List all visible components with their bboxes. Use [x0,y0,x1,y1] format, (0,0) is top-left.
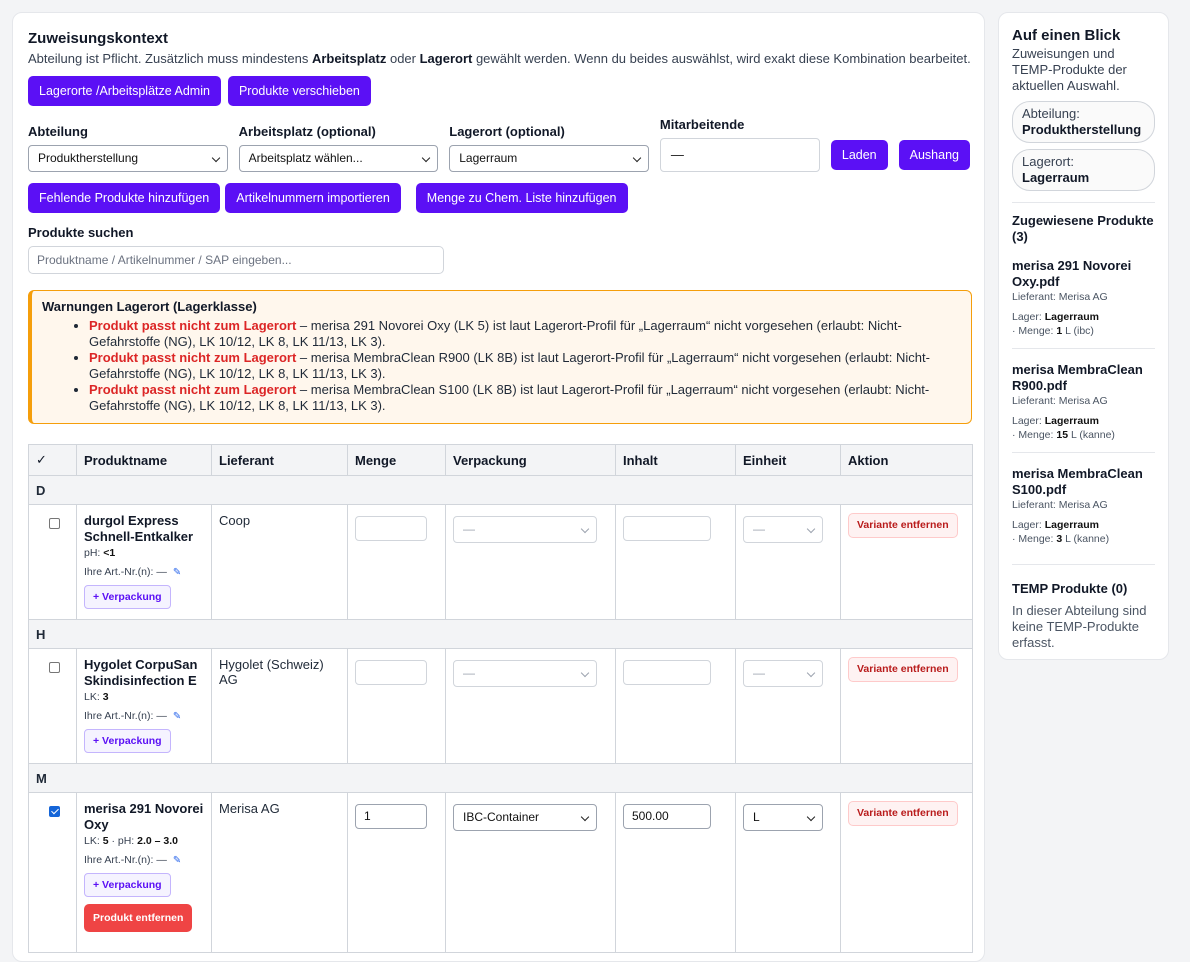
sidebar-title: Auf einen Blick [1012,27,1121,44]
aushang-button[interactable]: Aushang [898,140,970,170]
group-letter: M [28,763,973,793]
warnings-title: Warnungen Lagerort (Lagerklasse) [42,299,257,314]
location-pill: Lagerort: Lagerraum [1012,149,1155,191]
content-input[interactable] [623,516,711,541]
remove-variant-button[interactable]: Variante entfernen [848,801,958,826]
move-products-button[interactable]: Produkte verschieben [227,76,371,106]
sidebar-subtitle: Zuweisungen und TEMP-Produkte der aktuel… [1012,46,1127,93]
department-field: Abteilung Produktherstellung [28,124,228,172]
article-number: Ihre Art.-Nr.(n): — ✎ [84,566,182,578]
header-action: Aktion [840,444,973,476]
pencil-icon[interactable]: ✎ [173,711,181,722]
overview-sidebar: Auf einen Blick Zuweisungen und TEMP-Pro… [998,12,1169,660]
unit-select[interactable]: L [743,804,823,831]
add-packaging-button[interactable]: + Verpackung [84,873,171,897]
warning-item: Produkt passt nicht zum Lagerort – meris… [89,350,959,382]
group-letter: H [28,619,973,649]
remove-product-button[interactable]: Produkt entfernen [84,904,193,932]
supplier-cell: Merisa AG [211,792,348,953]
header-product-name[interactable]: Produktname [76,444,212,476]
employees-field: Mitarbeitende — [659,117,820,172]
header-quantity[interactable]: Menge [347,444,446,476]
assigned-products-title: Zugewiesene Produkte (3) [1012,213,1154,244]
workplace-field: Arbeitsplatz (optional) Arbeitsplatz wäh… [238,124,439,172]
product-meta: LK: 5 · pH: 2.0 – 3.0 [84,835,178,847]
supplier-cell: Coop [211,504,348,620]
group-row: H [28,619,973,649]
product-search-input[interactable]: Produktname / Artikelnummer / SAP eingeb… [28,246,444,274]
list-item[interactable]: merisa MembraClean S100.pdf Lieferant: M… [1012,466,1155,556]
content-input[interactable] [623,660,711,685]
pencil-icon[interactable]: ✎ [173,855,181,866]
remove-variant-button[interactable]: Variante entfernen [848,657,958,682]
header-packaging[interactable]: Verpackung [445,444,616,476]
supplier-cell: Hygolet (Schweiz) AG [211,648,348,764]
unit-select[interactable]: — [743,660,823,687]
header-unit[interactable]: Einheit [735,444,841,476]
row-checkbox[interactable] [49,518,60,529]
load-button[interactable]: Laden [830,140,888,170]
workplace-label: Arbeitsplatz (optional) [238,124,376,139]
quantity-input[interactable] [355,516,427,541]
department-select[interactable]: Produktherstellung [28,145,228,172]
temp-products-title: TEMP Produkte (0) [1012,581,1128,596]
page-title: Zuweisungskontext [28,30,169,47]
packaging-select[interactable]: — [453,660,597,687]
department-label: Abteilung [28,124,88,139]
product-meta: LK: 3 [84,691,109,703]
product-name[interactable]: merisa 291 Novorei Oxy [84,801,204,833]
row-checkbox-checked[interactable] [49,806,60,817]
warning-item: Produkt passt nicht zum Lagerort – meris… [89,382,959,414]
context-intro: Abteilung ist Pflicht. Zusätzlich muss m… [28,51,971,66]
products-table: ✓ Produktname Lieferant Menge Verpackung… [28,444,973,953]
list-item[interactable]: merisa 291 Novorei Oxy.pdf Lieferant: Me… [1012,258,1155,349]
quantity-input[interactable]: 1 [355,804,427,829]
packaging-select[interactable]: IBC-Container [453,804,597,831]
location-field: Lagerort (optional) Lagerraum [449,124,649,172]
header-content[interactable]: Inhalt [615,444,736,476]
table-row: Hygolet CorpuSan Skindisinfection E LK: … [28,648,973,764]
group-row: D [28,475,973,505]
pencil-icon[interactable]: ✎ [173,567,181,578]
row-checkbox[interactable] [49,662,60,673]
article-number: Ihre Art.-Nr.(n): — ✎ [84,854,182,866]
locations-admin-button[interactable]: Lagerorte /Arbeitsplätze Admin [28,76,221,106]
add-packaging-button[interactable]: + Verpackung [84,585,171,609]
location-label: Lagerort (optional) [449,124,565,139]
temp-products-text: In dieser Abteilung sind keine TEMP-Prod… [1012,603,1147,650]
group-letter: D [28,475,973,505]
product-name[interactable]: durgol Express Schnell-Entkalker [84,513,204,545]
assigned-products-list: merisa 291 Novorei Oxy.pdf Lieferant: Me… [1012,258,1155,556]
workplace-select[interactable]: Arbeitsplatz wählen... [238,145,439,172]
quantity-input[interactable] [355,660,427,685]
group-row: M [28,763,973,793]
add-missing-products-button[interactable]: Fehlende Produkte hinzufügen [28,183,221,213]
remove-variant-button[interactable]: Variante entfernen [848,513,958,538]
table-row: merisa 291 Novorei Oxy LK: 5 · pH: 2.0 –… [28,792,973,953]
import-article-numbers-button[interactable]: Artikelnummern importieren [225,183,401,213]
location-select[interactable]: Lagerraum [449,145,649,172]
table-row: durgol Express Schnell-Entkalker pH: <1 … [28,504,973,620]
warnings-list: Produkt passt nicht zum Lagerort – meris… [42,318,959,414]
product-search-label: Produkte suchen [28,225,134,240]
unit-select[interactable]: — [743,516,823,543]
list-item[interactable]: merisa MembraClean R900.pdf Lieferant: M… [1012,362,1155,453]
table-header-row: ✓ Produktname Lieferant Menge Verpackung… [28,444,973,476]
product-meta: pH: <1 [84,547,116,559]
location-warnings-box: Warnungen Lagerort (Lagerklasse) Produkt… [28,290,972,424]
content-input[interactable]: 500.00 [623,804,711,829]
employees-label: Mitarbeitende [659,117,745,132]
department-pill: Abteilung: Produktherstellung [1012,101,1155,143]
packaging-select[interactable]: — [453,516,597,543]
add-packaging-button[interactable]: + Verpackung [84,729,171,753]
header-supplier[interactable]: Lieferant [211,444,348,476]
employees-input[interactable]: — [659,138,820,172]
warning-item: Produkt passt nicht zum Lagerort – meris… [89,318,959,350]
header-check: ✓ [28,444,77,476]
product-name[interactable]: Hygolet CorpuSan Skindisinfection E [84,657,204,689]
assignment-context-card: Zuweisungskontext Abteilung ist Pflicht.… [12,12,985,962]
add-to-chem-list-button[interactable]: Menge zu Chem. Liste hinzufügen [415,183,628,213]
article-number: Ihre Art.-Nr.(n): — ✎ [84,710,182,722]
